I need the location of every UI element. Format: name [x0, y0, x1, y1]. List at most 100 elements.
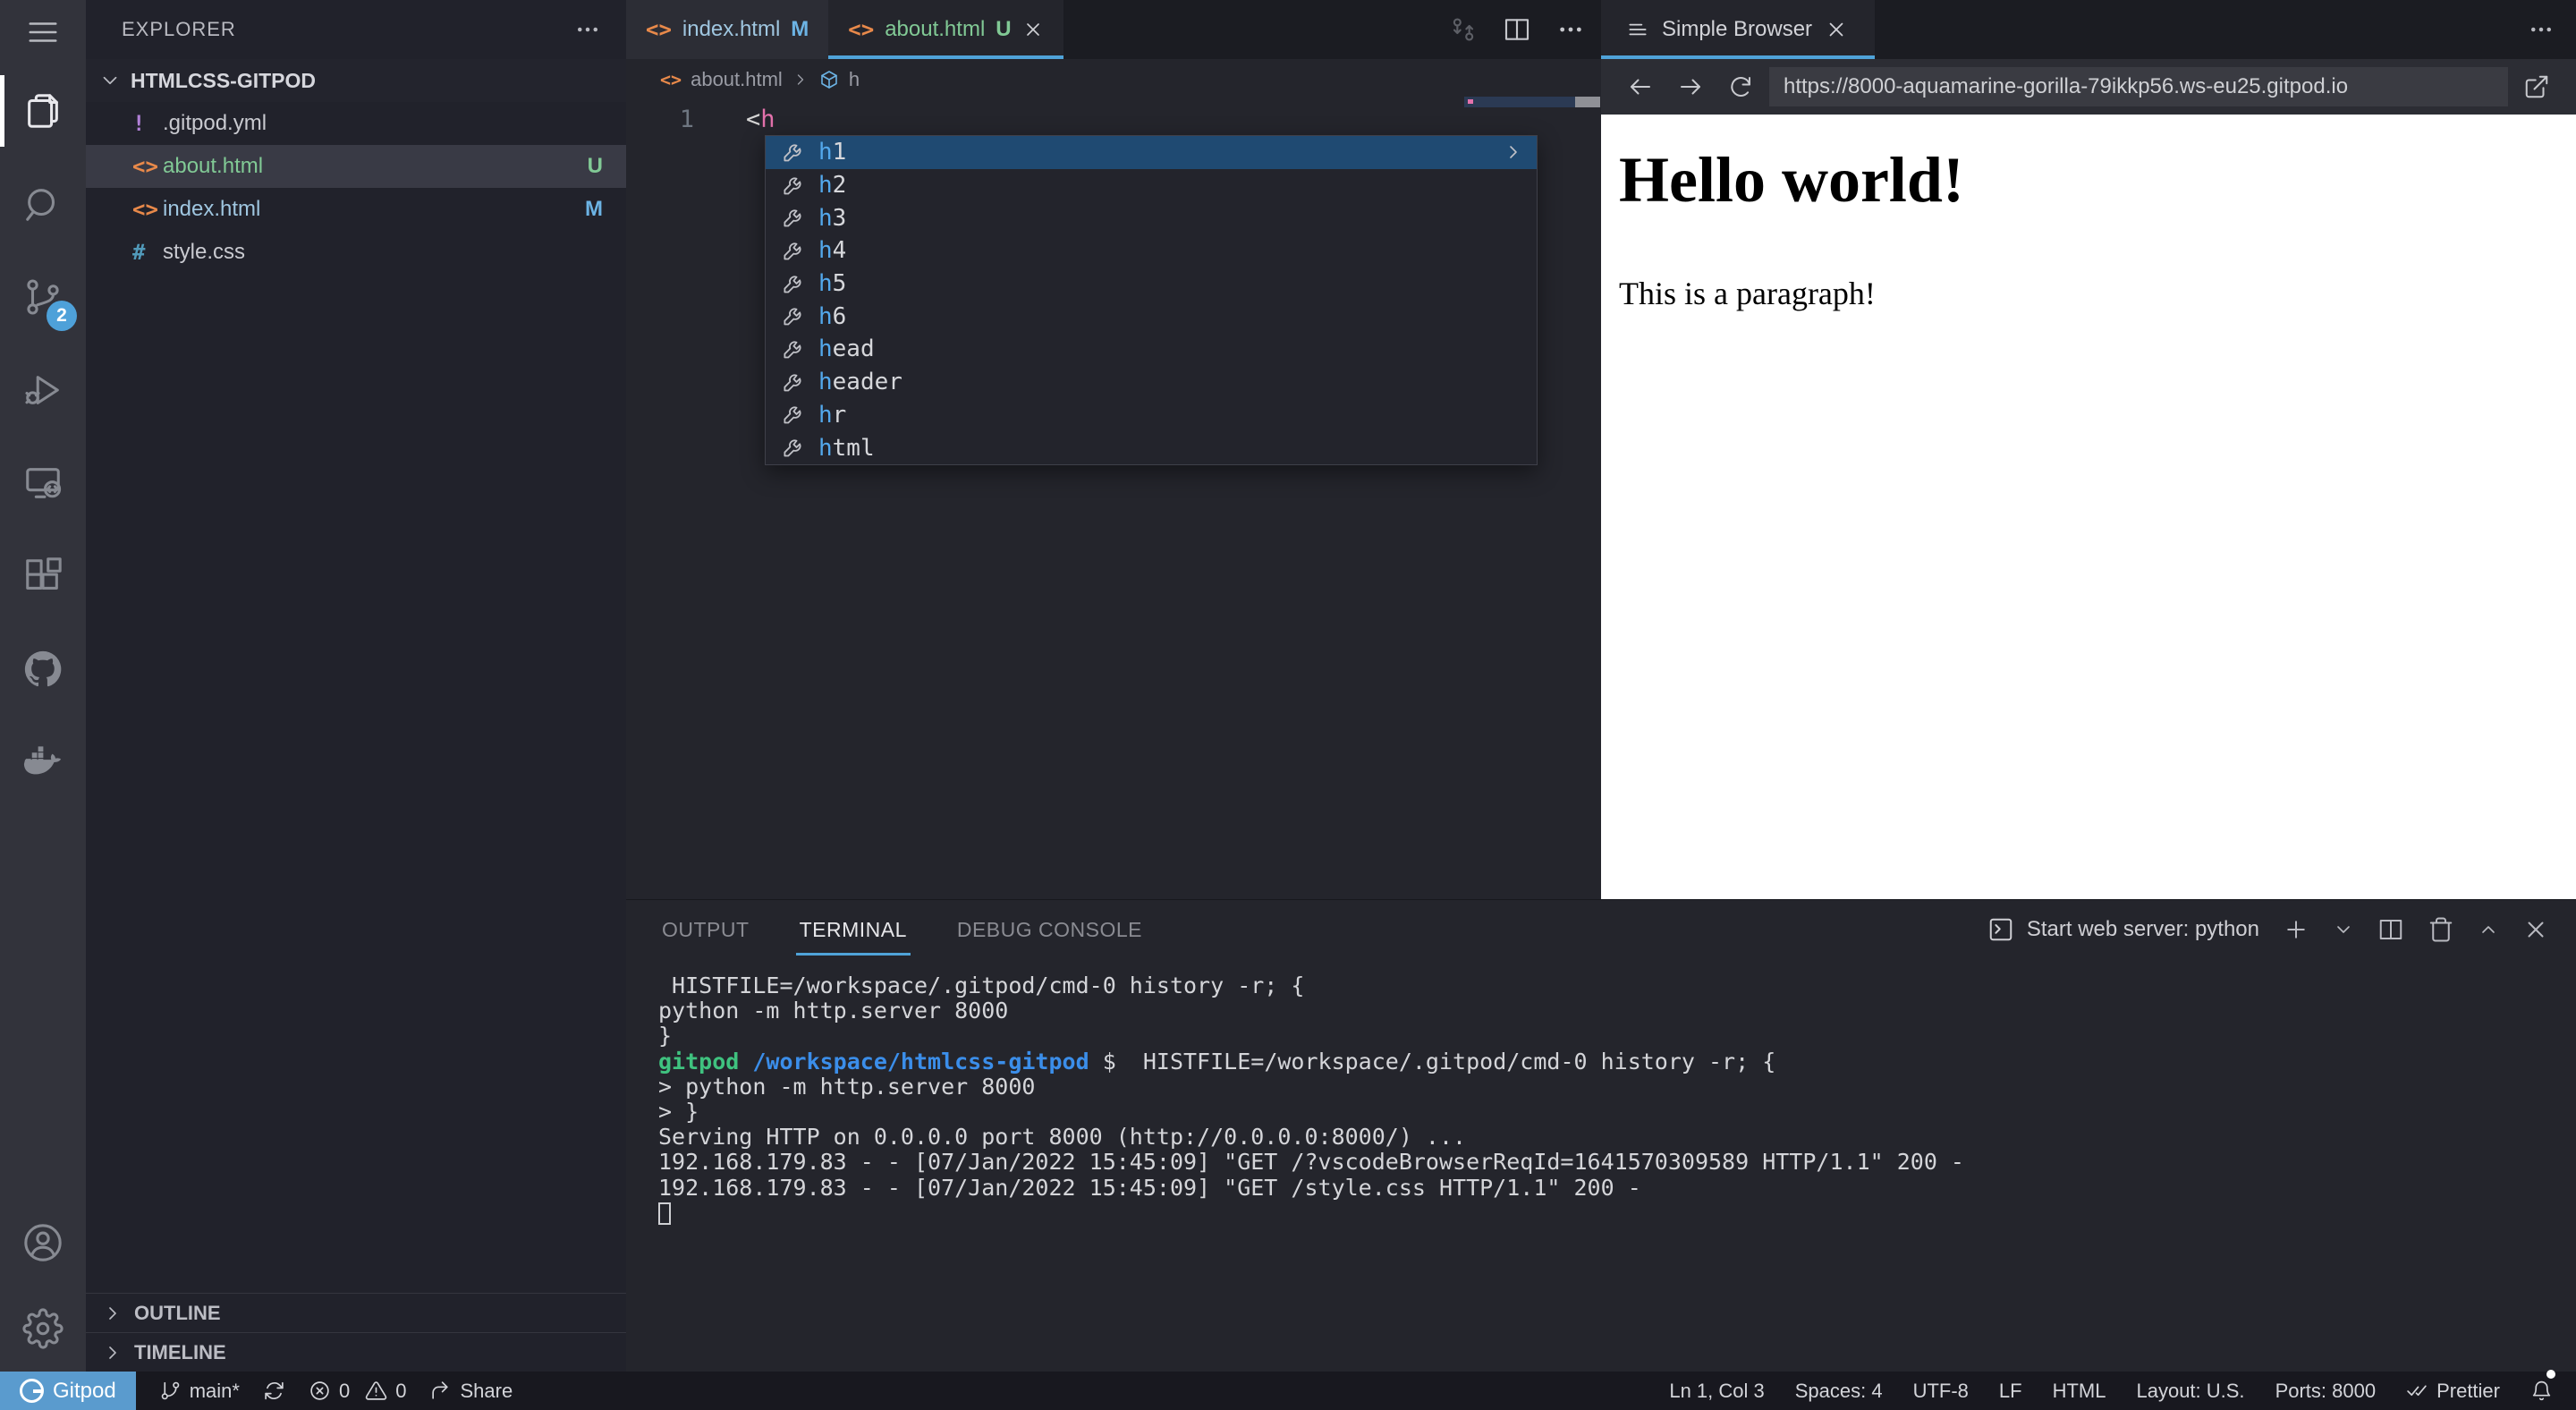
timeline-label: TIMELINE: [134, 1340, 226, 1363]
settings-gear-icon[interactable]: [0, 1286, 86, 1372]
suggestion-item[interactable]: h1: [766, 136, 1537, 169]
more-actions-icon[interactable]: [1556, 15, 1585, 44]
suggestion-item[interactable]: hr: [766, 399, 1537, 432]
indentation[interactable]: Spaces: 4: [1795, 1372, 1883, 1410]
panel-header: OUTPUT TERMINAL DEBUG CONSOLE Start web …: [626, 900, 2576, 959]
explorer-files-icon[interactable]: [0, 64, 86, 157]
panel-actions: Start web server: python: [1987, 900, 2549, 959]
reload-icon[interactable]: [1719, 65, 1762, 108]
kill-terminal-trash-icon[interactable]: [2428, 916, 2454, 943]
remote-explorer-icon[interactable]: [0, 437, 86, 530]
branch-indicator[interactable]: main*: [159, 1372, 240, 1410]
split-editor-icon[interactable]: [1503, 15, 1531, 44]
code-line-1[interactable]: 1 <h: [626, 103, 775, 135]
tab-simple-browser[interactable]: Simple Browser: [1601, 0, 1875, 59]
warning-icon: [366, 1381, 387, 1400]
status-bar: Gitpod main* 0 0 Share Ln 1, Col 3 Space…: [0, 1370, 2576, 1410]
back-icon[interactable]: [1619, 65, 1662, 108]
chevron-right-icon: [109, 1306, 116, 1320]
open-changes-icon[interactable]: [1449, 15, 1478, 44]
close-icon[interactable]: [1825, 18, 1848, 41]
html-file-icon: <>: [660, 69, 682, 90]
property-wrench-icon: [784, 374, 801, 392]
file-row-gitpod-yml[interactable]: ! .gitpod.yml: [86, 102, 626, 145]
suggestion-item[interactable]: h4: [766, 234, 1537, 268]
run-debug-icon[interactable]: [0, 344, 86, 437]
chevron-down-icon: [103, 76, 117, 85]
remote-label: Gitpod: [53, 1378, 116, 1403]
remote-indicator[interactable]: Gitpod: [0, 1372, 136, 1410]
property-wrench-icon: [784, 144, 801, 162]
property-wrench-icon: [784, 406, 801, 424]
docker-icon[interactable]: [0, 716, 86, 809]
file-row-about-html[interactable]: <> about.html U: [86, 145, 626, 188]
source-control-icon[interactable]: 2: [0, 251, 86, 344]
github-icon[interactable]: [0, 623, 86, 716]
tab-about-html[interactable]: <> about.html U: [828, 0, 1063, 59]
tab-terminal[interactable]: TERMINAL: [795, 900, 911, 959]
timeline-section-header[interactable]: TIMELINE: [86, 1332, 626, 1372]
extensions-icon[interactable]: [0, 530, 86, 623]
breadcrumb-file[interactable]: about.html: [691, 68, 783, 91]
explorer-more-icon[interactable]: [574, 16, 601, 43]
open-external-icon[interactable]: [2515, 65, 2558, 108]
vscode-workbench: 2 EXPLORER HTMLCSS-GITPOD ! .gitpod.yml …: [0, 0, 2576, 1410]
terminal-output[interactable]: HISTFILE=/workspace/.gitpod/cmd-0 histor…: [626, 959, 2576, 1225]
formatter-indicator[interactable]: Prettier: [2406, 1372, 2500, 1410]
formatter-label: Prettier: [2436, 1379, 2500, 1402]
editor-tabbar: <> index.html M <> about.html U: [626, 0, 1601, 59]
file-name: style.css: [163, 240, 246, 264]
close-icon[interactable]: [1022, 19, 1044, 40]
forward-icon[interactable]: [1669, 65, 1712, 108]
code-tag-text: h: [760, 105, 775, 133]
property-wrench-icon: [784, 276, 801, 293]
menu-icon[interactable]: [0, 0, 86, 64]
sync-indicator[interactable]: [263, 1372, 285, 1410]
more-actions-icon[interactable]: [2528, 16, 2555, 43]
cursor-position[interactable]: Ln 1, Col 3: [1669, 1372, 1764, 1410]
eol-sequence[interactable]: LF: [1999, 1372, 2022, 1410]
breadcrumb-symbol[interactable]: h: [849, 68, 860, 91]
new-terminal-icon[interactable]: [2283, 916, 2309, 943]
tab-debug-console[interactable]: DEBUG CONSOLE: [957, 900, 1142, 959]
maximize-panel-chevron-icon[interactable]: [2478, 919, 2499, 940]
file-name: index.html: [163, 197, 261, 221]
file-row-index-html[interactable]: <> index.html M: [86, 188, 626, 231]
url-input[interactable]: https://8000-aquamarine-gorilla-79ikkp56…: [1769, 67, 2508, 106]
suggestion-item[interactable]: h2: [766, 169, 1537, 202]
warning-count: 0: [395, 1379, 407, 1402]
ports-indicator[interactable]: Ports: 8000: [2275, 1372, 2377, 1410]
keyboard-layout[interactable]: Layout: U.S.: [2136, 1372, 2244, 1410]
editor-scrollbar[interactable]: [1575, 97, 1600, 107]
chevron-right-icon: [109, 1346, 116, 1359]
editor-group: <> index.html M <> about.html U <> about…: [626, 0, 1601, 899]
terminal-dropdown-chevron-icon[interactable]: [2333, 919, 2354, 940]
minimap[interactable]: [1464, 97, 1575, 107]
suggestion-item[interactable]: h6: [766, 300, 1537, 333]
suggestion-item[interactable]: head: [766, 333, 1537, 366]
share-button[interactable]: Share: [429, 1372, 513, 1410]
tab-index-html[interactable]: <> index.html M: [626, 0, 829, 59]
close-panel-icon[interactable]: [2522, 916, 2549, 943]
notifications-bell-icon[interactable]: [2530, 1370, 2555, 1410]
suggestion-item[interactable]: h5: [766, 268, 1537, 301]
suggestion-item[interactable]: header: [766, 366, 1537, 399]
language-mode[interactable]: HTML: [2053, 1372, 2106, 1410]
split-terminal-icon[interactable]: [2377, 916, 2404, 943]
file-row-style-css[interactable]: # style.css: [86, 231, 626, 274]
suggestion-detail-chevron-icon[interactable]: [1503, 141, 1524, 163]
status-bar-left: Gitpod main* 0 0 Share: [0, 1372, 513, 1410]
project-root-row[interactable]: HTMLCSS-GITPOD: [86, 59, 626, 102]
terminal-picker[interactable]: Start web server: python: [1987, 916, 2259, 943]
tab-label: about.html: [885, 17, 986, 41]
outline-section-header[interactable]: OUTLINE: [86, 1293, 626, 1332]
tab-output[interactable]: OUTPUT: [662, 900, 750, 959]
account-icon[interactable]: [0, 1200, 86, 1286]
suggestion-item[interactable]: html: [766, 431, 1537, 464]
breadcrumb[interactable]: <> about.html h: [626, 59, 1601, 100]
search-icon[interactable]: [0, 157, 86, 251]
suggestion-item[interactable]: h3: [766, 201, 1537, 234]
encoding[interactable]: UTF-8: [1913, 1372, 1969, 1410]
problems-indicator[interactable]: 0 0: [309, 1372, 407, 1410]
html-file-icon: <>: [132, 197, 158, 222]
